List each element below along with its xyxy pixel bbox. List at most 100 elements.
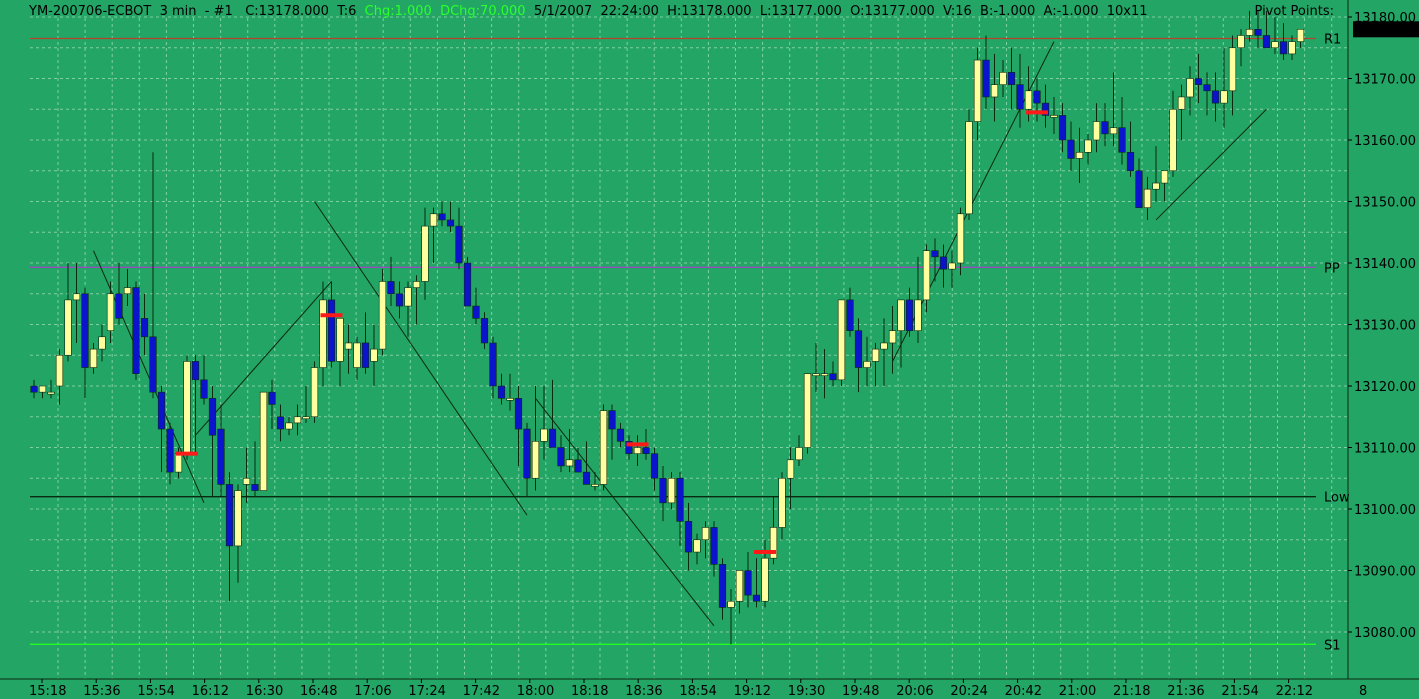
candle-down xyxy=(327,299,336,362)
x-tick-label: 21:54 xyxy=(1221,684,1258,699)
candle-up xyxy=(922,250,931,301)
candle-up xyxy=(234,490,242,547)
candle-down xyxy=(1016,84,1024,110)
x-tick-label: 18:00 xyxy=(517,684,554,699)
x-tick-label: 18:18 xyxy=(571,684,608,699)
candle-down xyxy=(140,318,149,338)
candle-up xyxy=(72,293,81,301)
candle-up xyxy=(183,361,191,454)
candle-down xyxy=(132,287,140,375)
candle-up xyxy=(591,484,599,487)
candle-up xyxy=(778,477,786,528)
x-tick-label: 15:54 xyxy=(137,684,174,699)
candle-up xyxy=(667,477,676,504)
candle-down xyxy=(676,477,684,522)
candle-up xyxy=(47,391,55,395)
candle-up xyxy=(948,262,956,270)
chart-background xyxy=(0,0,1419,699)
candle-down xyxy=(1203,84,1211,92)
y-tick-label: 13120.00 xyxy=(1354,380,1416,395)
header-chg: Chg:1.000 xyxy=(365,4,432,19)
candle-down xyxy=(480,318,489,344)
y-tick-label: 13100.00 xyxy=(1354,503,1416,518)
candle-down xyxy=(710,527,718,565)
x-tick-label: 18:36 xyxy=(625,684,662,699)
candle-up xyxy=(123,287,132,295)
candle-up xyxy=(336,318,344,362)
candle-up xyxy=(344,342,353,350)
header-font-size: 10x11 xyxy=(1107,4,1148,19)
x-tick-label: 17:24 xyxy=(408,684,445,699)
candle-up xyxy=(174,453,183,473)
candle-up xyxy=(421,225,429,282)
candle-down xyxy=(582,471,591,485)
candle-up xyxy=(370,348,378,362)
candle-up xyxy=(914,299,922,331)
candle-up xyxy=(98,336,106,350)
candle-up xyxy=(531,441,540,479)
candle-up xyxy=(795,447,803,461)
candle-down xyxy=(1007,72,1016,85)
header-low: L:13177.000 xyxy=(760,4,842,19)
x-tick-label: 22:12 xyxy=(1276,684,1313,699)
x-tick-label: 16:12 xyxy=(192,684,229,699)
candle-up xyxy=(727,600,735,608)
candle-down xyxy=(361,342,370,368)
candle-down xyxy=(438,213,446,221)
candle-down xyxy=(472,305,480,319)
candle-up xyxy=(871,348,880,362)
candle-down xyxy=(166,428,174,473)
candle-up xyxy=(1177,96,1186,110)
candle-down xyxy=(574,459,582,473)
candle-down xyxy=(1254,28,1262,36)
candle-down xyxy=(395,293,404,307)
candle-down xyxy=(115,293,123,319)
y-tick-label: 13080.00 xyxy=(1354,626,1416,641)
candle-down xyxy=(557,447,565,467)
candle-down xyxy=(455,225,463,264)
chart: R1 PP Low S1 13080.00 13090.00 13100.00 13110.… xyxy=(0,0,1419,699)
candle-down xyxy=(497,385,506,399)
candle-down xyxy=(982,59,990,98)
candle-up xyxy=(565,459,574,467)
candle-down xyxy=(1194,78,1203,85)
candle-up xyxy=(693,539,701,553)
candle-down xyxy=(752,594,761,602)
candle-up xyxy=(64,299,72,356)
candle-up xyxy=(1024,90,1033,110)
candle-up xyxy=(259,391,268,491)
candle-down xyxy=(225,484,234,547)
candle-up xyxy=(429,213,438,227)
candle-up xyxy=(302,416,310,420)
candle-up xyxy=(1296,28,1305,42)
candle-up xyxy=(1143,188,1152,208)
x-tick-label: 19:12 xyxy=(734,684,771,699)
candle-down xyxy=(200,379,208,399)
candle-up xyxy=(761,557,769,602)
candle-down xyxy=(489,342,497,387)
x-tick-label: 19:30 xyxy=(788,684,825,699)
x-tick-label: 21:00 xyxy=(1059,684,1096,699)
candle-down xyxy=(523,428,531,479)
y-tick-label: 13150.00 xyxy=(1354,196,1416,211)
y-tick-label: 13130.00 xyxy=(1354,319,1416,334)
candle-down xyxy=(217,428,225,485)
x-tick-label: 16:30 xyxy=(246,684,283,699)
candle-down xyxy=(829,373,837,381)
candle-down xyxy=(191,361,200,381)
candle-down xyxy=(514,397,523,430)
candle-down xyxy=(744,570,752,596)
candle-up xyxy=(293,416,302,424)
candle-down xyxy=(939,256,948,270)
y-tick-label: 13090.00 xyxy=(1354,565,1416,580)
candle-up xyxy=(1186,78,1194,98)
candle-down xyxy=(608,410,616,430)
candle-down xyxy=(463,262,472,307)
candle-up xyxy=(1084,139,1092,153)
candle-up xyxy=(1152,182,1160,190)
header-symbol: YM-200706-ECBOT xyxy=(28,4,151,19)
candle-up xyxy=(1245,28,1254,36)
candle-up xyxy=(540,428,548,442)
candle-up xyxy=(880,342,888,350)
candle-down xyxy=(854,330,863,368)
